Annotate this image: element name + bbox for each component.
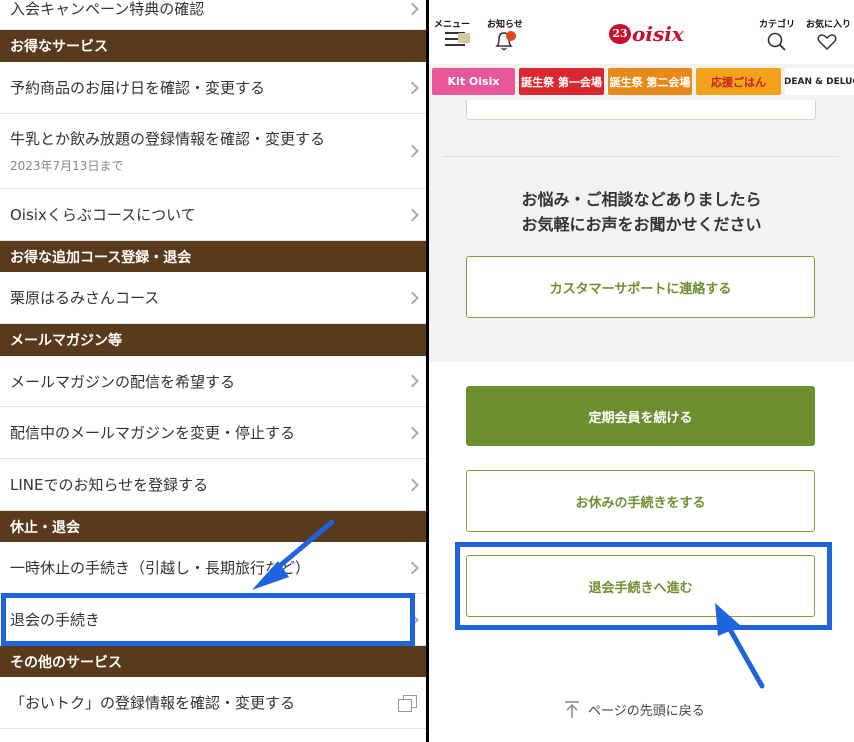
annotation-arrows xyxy=(252,519,765,689)
arrow-to-withdraw-row xyxy=(252,519,335,590)
arrow-to-withdraw-button xyxy=(715,603,765,689)
